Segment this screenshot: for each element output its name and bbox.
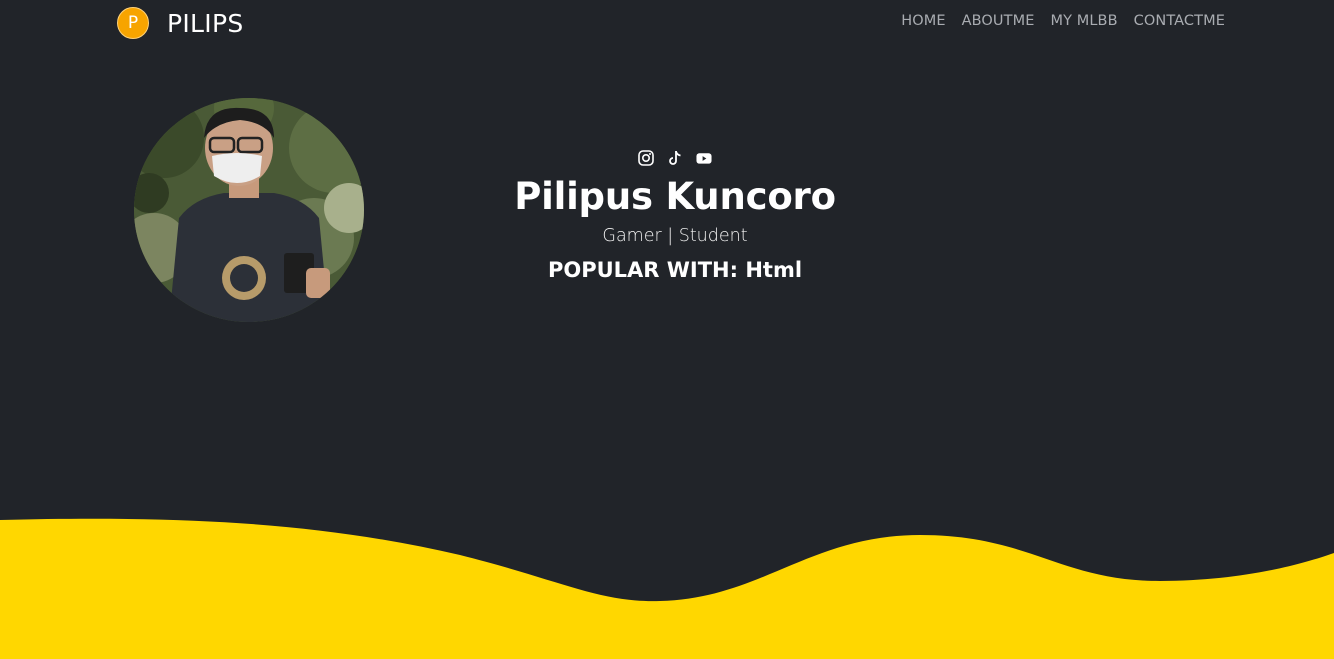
hero-popular: POPULAR WITH: Html: [547, 258, 803, 282]
brand-logo-letter: P: [127, 13, 139, 33]
brand-logo-icon: P: [117, 7, 149, 39]
brand-link[interactable]: P PILIPS: [117, 6, 244, 40]
nav-link-my-mlbb[interactable]: MY MLBB: [1050, 13, 1117, 29]
profile-photo: [134, 98, 364, 322]
hero-name: Pilipus Kuncoro: [514, 175, 836, 218]
hero-role: Gamer | Student: [602, 226, 748, 246]
navbar: P PILIPS HOME ABOUTME MY MLBB CONTACTME: [0, 0, 1334, 46]
tiktok-icon[interactable]: [667, 150, 683, 166]
instagram-icon[interactable]: [638, 150, 654, 166]
nav-link-aboutme[interactable]: ABOUTME: [962, 13, 1035, 29]
brand-name: PILIPS: [167, 8, 244, 38]
yellow-wave-divider: [0, 518, 1334, 659]
youtube-icon[interactable]: [696, 150, 712, 166]
hero-section: Pilipus Kuncoro Gamer | Student POPULAR …: [475, 148, 875, 284]
nav-link-home[interactable]: HOME: [901, 13, 945, 29]
social-links: [475, 148, 875, 168]
nav-links: HOME ABOUTME MY MLBB CONTACTME: [901, 13, 1225, 29]
nav-link-contactme[interactable]: CONTACTME: [1134, 13, 1225, 29]
page: P PILIPS HOME ABOUTME MY MLBB CONTACTME: [0, 0, 1334, 659]
